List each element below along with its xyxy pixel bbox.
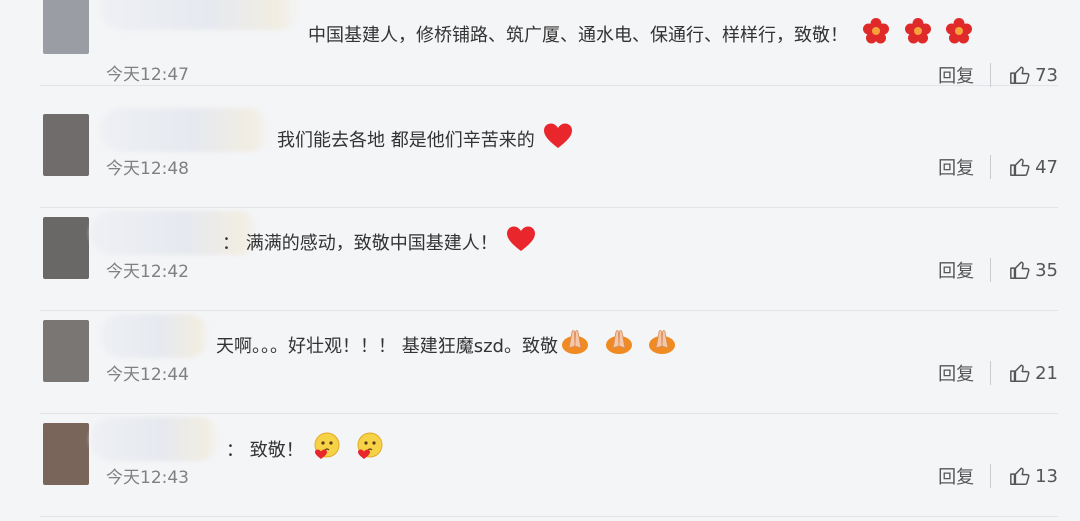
emoji-group — [498, 225, 536, 258]
comment-item: ： 致敬！ 今天12:43 回复 13 — [40, 413, 1058, 517]
emoji-group — [535, 122, 573, 155]
comment-text: ： 满满的感动，致敬中国基建人！ — [222, 232, 498, 254]
blurred-username — [100, 0, 300, 30]
blurred-username — [100, 108, 270, 152]
blurred-username — [100, 314, 210, 358]
divider — [990, 63, 992, 87]
like-count: 13 — [1035, 465, 1058, 487]
comment-content: ： 致敬！ — [226, 431, 385, 466]
comment-actions: 回复 73 — [938, 62, 1058, 88]
comment-content: 天啊。。。好壮观！！！ 基建狂魔szd。致敬 — [216, 328, 677, 361]
comment-text: 天啊。。。好壮观！！！ 基建狂魔szd。致敬 — [216, 335, 558, 357]
comment-actions: 回复 21 — [938, 360, 1058, 386]
reply-button[interactable]: 回复 — [938, 154, 974, 180]
comment-time: 今天12:47 — [106, 65, 189, 85]
comment-content: ： 满满的感动，致敬中国基建人！ — [222, 225, 536, 258]
comment-text: ： 致敬！ — [226, 439, 304, 461]
comment-item: 天啊。。。好壮观！！！ 基建狂魔szd。致敬 今天12:44 回复 21 — [40, 310, 1058, 414]
emoji-group — [304, 431, 386, 466]
red-heart-icon — [506, 225, 536, 253]
divider — [990, 258, 992, 282]
avatar[interactable] — [43, 423, 89, 485]
like-count: 47 — [1035, 156, 1058, 178]
comment-time: 今天12:44 — [106, 365, 189, 385]
like-count: 35 — [1035, 259, 1058, 281]
flower-icon — [945, 17, 973, 45]
praying-hands-icon — [560, 328, 590, 356]
like-count: 73 — [1035, 64, 1058, 86]
divider — [990, 361, 992, 385]
thumbs-up-icon — [1010, 261, 1030, 279]
red-heart-icon — [543, 122, 573, 150]
thumbs-up-icon — [1010, 158, 1030, 176]
praying-hands-icon — [647, 328, 677, 356]
comment-time: 今天12:42 — [106, 262, 189, 282]
comment-item: ： 满满的感动，致敬中国基建人！ 今天12:42 回复 35 — [40, 207, 1058, 311]
thumbs-up-icon — [1010, 364, 1030, 382]
emoji-group — [558, 328, 677, 361]
thumbs-up-icon — [1010, 467, 1030, 485]
divider — [990, 155, 992, 179]
comment-time: 今天12:48 — [106, 159, 189, 179]
avatar[interactable] — [43, 217, 89, 279]
like-button[interactable]: 73 — [1009, 64, 1058, 86]
reply-button[interactable]: 回复 — [938, 257, 974, 283]
reply-button[interactable]: 回复 — [938, 463, 974, 489]
praying-hands-icon — [604, 328, 634, 356]
flower-icon — [862, 17, 890, 45]
comment-actions: 回复 13 — [938, 463, 1058, 489]
like-count: 21 — [1035, 362, 1058, 384]
like-button[interactable]: 35 — [1009, 259, 1058, 281]
comment-content: 我们能去各地 都是他们辛苦来的 — [277, 122, 573, 155]
comment-text: 中国基建人，修桥铺路、筑广厦、通水电、保通行、样样行，致敬！ — [308, 24, 848, 46]
avatar[interactable] — [43, 320, 89, 382]
comment-text: 我们能去各地 都是他们辛苦来的 — [277, 129, 535, 151]
like-button[interactable]: 47 — [1009, 156, 1058, 178]
avatar[interactable] — [43, 114, 89, 176]
reply-button[interactable]: 回复 — [938, 360, 974, 386]
flower-icon — [904, 17, 932, 45]
divider — [990, 464, 992, 488]
like-button[interactable]: 21 — [1009, 362, 1058, 384]
heart-kiss-face-icon — [312, 431, 342, 461]
heart-kiss-face-icon — [355, 431, 385, 461]
blurred-username — [90, 417, 220, 461]
comment-actions: 回复 35 — [938, 257, 1058, 283]
comment-actions: 回复 47 — [938, 154, 1058, 180]
emoji-group — [854, 17, 973, 50]
like-button[interactable]: 13 — [1009, 465, 1058, 487]
comment-time: 今天12:43 — [106, 468, 189, 488]
reply-button[interactable]: 回复 — [938, 62, 974, 88]
thumbs-up-icon — [1010, 66, 1030, 84]
avatar[interactable] — [43, 0, 89, 54]
comment-content: 中国基建人，修桥铺路、筑广厦、通水电、保通行、样样行，致敬！ — [308, 17, 973, 50]
comment-item: 中国基建人，修桥铺路、筑广厦、通水电、保通行、样样行，致敬！ 今天12:47 回… — [40, 0, 1058, 88]
comment-item: 我们能去各地 都是他们辛苦来的 今天12:48 回复 47 — [40, 104, 1058, 208]
